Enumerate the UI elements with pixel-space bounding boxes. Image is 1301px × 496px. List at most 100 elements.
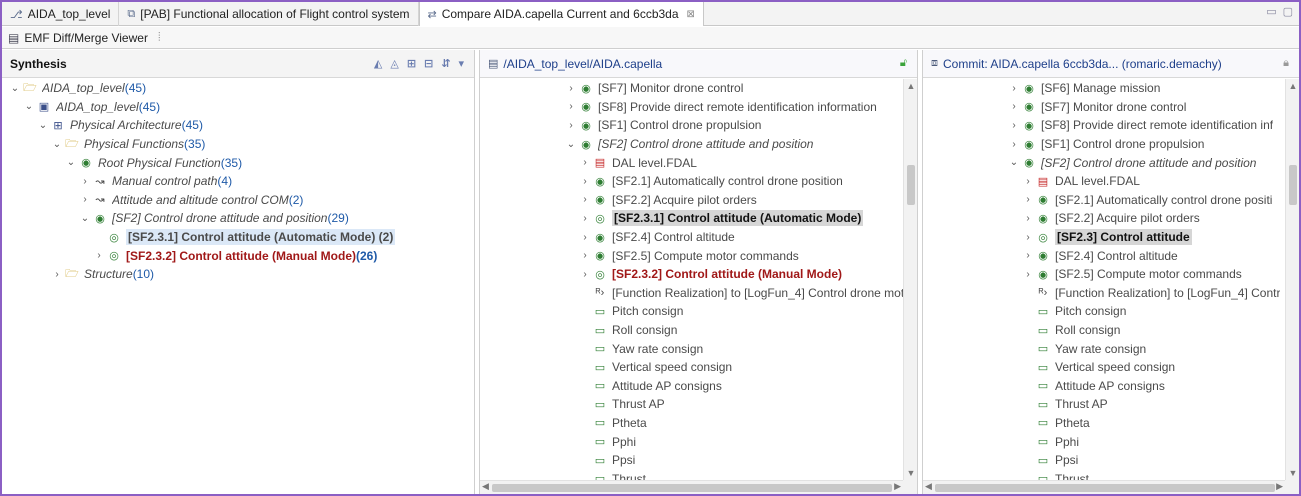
tree-item[interactable]: › ◉ [SF8] Provide direct remote identifica… <box>923 116 1299 135</box>
collapse-arrow-icon[interactable]: ⌄ <box>1007 157 1021 168</box>
expand-arrow-icon[interactable]: › <box>578 194 592 205</box>
tree-item[interactable]: ▭ Pitch consign <box>923 302 1299 321</box>
expand-arrow-icon[interactable]: › <box>1007 120 1021 131</box>
tree-item[interactable]: ⌄ ▣ AIDA_top_level (45) <box>2 98 474 117</box>
tree-item[interactable]: ▭ Ptheta <box>480 414 917 433</box>
tree-item[interactable]: › ◉ [SF2.5] Compute motor commands <box>480 246 917 265</box>
tab-compare-aida[interactable]: ⇄ Compare AIDA.capella Current and 6ccb3… <box>418 2 704 26</box>
expand-arrow-icon[interactable]: › <box>92 250 106 261</box>
tree-item[interactable]: ▭ Yaw rate consign <box>923 339 1299 358</box>
scroll-thumb[interactable] <box>492 484 892 492</box>
expand-arrow-icon[interactable]: › <box>564 101 578 112</box>
filter-icon[interactable]: ◭ <box>374 57 382 70</box>
collapse-arrow-icon[interactable]: ⌄ <box>64 157 78 168</box>
collapse-arrow-icon[interactable]: ⌄ <box>8 83 22 94</box>
tree-item[interactable]: › ◉ [SF2.2] Acquire pilot orders <box>480 191 917 210</box>
expand-arrow-icon[interactable]: › <box>78 176 92 187</box>
vertical-scrollbar[interactable]: ▲ ▼ <box>1285 79 1299 480</box>
expand-arrow-icon[interactable]: › <box>578 213 592 224</box>
tree-item[interactable]: › ◎ [SF2.3.1] Control attitude (Automatic … <box>480 209 917 228</box>
expand-arrow-icon[interactable]: › <box>578 176 592 187</box>
tree-item[interactable]: › ▤ DAL level.FDAL <box>480 153 917 172</box>
show-differences-icon[interactable]: ◬ <box>390 57 398 70</box>
tree-item[interactable]: ᴿ› [Function Realization] to [LogFun_4] C… <box>480 284 917 303</box>
tab-aida-top-level[interactable]: ⎇ AIDA_top_level <box>2 2 120 26</box>
tree-item[interactable]: ▭ Pitch consign <box>480 302 917 321</box>
expand-arrow-icon[interactable]: › <box>1021 213 1035 224</box>
expand-arrow-icon[interactable]: › <box>1021 232 1035 243</box>
tree-item[interactable]: › ◉ [SF7] Monitor drone control <box>480 79 917 98</box>
tree-item[interactable]: › ◉ [SF2.1] Automatically control drone po… <box>480 172 917 191</box>
tree-item[interactable]: ▭ Yaw rate consign <box>480 339 917 358</box>
tree-item[interactable]: ▭ Roll consign <box>480 321 917 340</box>
tree-item[interactable]: ▭ Vertical speed consign <box>480 358 917 377</box>
tree-item[interactable]: ▭ Vertical speed consign <box>923 358 1299 377</box>
expand-arrow-icon[interactable]: › <box>78 194 92 205</box>
scroll-up-icon[interactable]: ▲ <box>904 81 917 91</box>
tree-item[interactable]: ◎ [SF2.3.1] Control attitude (Automatic M… <box>2 228 474 247</box>
tree-item[interactable]: ⌄ ◉ [SF2] Control drone attitude and posit… <box>2 209 474 228</box>
tree-item[interactable]: ▭ Ppsi <box>923 451 1299 470</box>
collapse-arrow-icon[interactable]: ⌄ <box>22 101 36 112</box>
scroll-down-icon[interactable]: ▼ <box>1286 468 1299 478</box>
collapse-arrow-icon[interactable]: ⌄ <box>36 120 50 131</box>
tree-item[interactable]: ▭ Thrust AP <box>923 395 1299 414</box>
collapse-all-icon[interactable]: ⊟ <box>424 57 433 70</box>
expand-arrow-icon[interactable]: › <box>1021 176 1035 187</box>
tree-item[interactable]: ▭ Thrust AP <box>480 395 917 414</box>
expand-arrow-icon[interactable]: › <box>1007 101 1021 112</box>
tree-item[interactable]: › ↝ Attitude and altitude control COM (2) <box>2 191 474 210</box>
horizontal-scrollbar[interactable]: ◀ ▶ <box>923 480 1285 494</box>
maximize-icon[interactable]: ▢ <box>1283 5 1293 18</box>
tree-item[interactable]: › ◉ [SF8] Provide direct remote identifica… <box>480 98 917 117</box>
sync-icon[interactable]: ⇵ <box>441 57 450 70</box>
expand-arrow-icon[interactable]: › <box>564 120 578 131</box>
tree-item[interactable]: › ▤ DAL level.FDAL <box>923 172 1299 191</box>
tree-item[interactable]: ▭ Roll consign <box>923 321 1299 340</box>
vertical-scrollbar[interactable]: ▲ ▼ <box>903 79 917 480</box>
tree-item[interactable]: ⌄ ◉ [SF2] Control drone attitude and posit… <box>480 135 917 154</box>
expand-arrow-icon[interactable]: › <box>1021 250 1035 261</box>
tree-item[interactable]: ⌄ 🗁 AIDA_top_level (45) <box>2 79 474 98</box>
tree-item[interactable]: › ◉ [SF2.4] Control altitude <box>923 246 1299 265</box>
expand-arrow-icon[interactable]: › <box>50 269 64 280</box>
minimize-icon[interactable]: ▭ <box>1266 5 1276 18</box>
expand-arrow-icon[interactable]: › <box>578 232 592 243</box>
scroll-right-icon[interactable]: ▶ <box>894 481 901 492</box>
tree-item[interactable]: › ↝ Manual control path (4) <box>2 172 474 191</box>
tree-item[interactable]: › ◎ [SF2.3] Control attitude <box>923 228 1299 247</box>
expand-arrow-icon[interactable]: › <box>578 269 592 280</box>
tree-item[interactable]: › ◉ [SF2.1] Automatically control drone po… <box>923 191 1299 210</box>
tree-item[interactable]: ⌄ ◉ [SF2] Control drone attitude and posit… <box>923 153 1299 172</box>
tree-item[interactable]: ⌄ ◉ Root Physical Function (35) <box>2 153 474 172</box>
collapse-arrow-icon[interactable]: ⌄ <box>78 213 92 224</box>
unlocked-icon[interactable]: 🔓︎ <box>900 57 907 70</box>
tree-item[interactable]: ⌄ ⊞ Physical Architecture (45) <box>2 116 474 135</box>
tree-item[interactable]: › ◉ [SF2.2] Acquire pilot orders <box>923 209 1299 228</box>
scroll-thumb[interactable] <box>907 165 915 205</box>
tree-item[interactable]: ᴿ› [Function Realization] to [LogFun_4] C… <box>923 284 1299 303</box>
expand-arrow-icon[interactable]: › <box>564 83 578 94</box>
horizontal-scrollbar[interactable]: ◀ ▶ <box>480 480 903 494</box>
expand-arrow-icon[interactable]: › <box>578 250 592 261</box>
tree-item[interactable]: ▭ Attitude AP consigns <box>480 377 917 396</box>
expand-arrow-icon[interactable]: › <box>578 157 592 168</box>
view-menu-icon[interactable]: ▾ <box>458 57 464 70</box>
drag-handle-icon[interactable]: ⦙ <box>158 30 161 45</box>
tree-item[interactable]: › ◉ [SF2.5] Compute motor commands <box>923 265 1299 284</box>
tree-item[interactable]: › ◉ [SF6] Manage mission <box>923 79 1299 98</box>
expand-all-icon[interactable]: ⊞ <box>407 57 416 70</box>
expand-arrow-icon[interactable]: › <box>1021 194 1035 205</box>
close-icon[interactable]: ⊠ <box>687 9 695 20</box>
tree-item[interactable]: ▭ Attitude AP consigns <box>923 377 1299 396</box>
tree-item[interactable]: ▭ Pphi <box>480 432 917 451</box>
expand-arrow-icon[interactable]: › <box>1007 139 1021 150</box>
scroll-right-icon[interactable]: ▶ <box>1276 481 1283 492</box>
expand-arrow-icon[interactable]: › <box>1007 83 1021 94</box>
tab-pab-functional-allocation[interactable]: ⧉ [PAB] Functional allocation of Flight … <box>119 2 419 26</box>
tree-item[interactable]: › ◎ [SF2.3.2] Control attitude (Manual Mod… <box>480 265 917 284</box>
scroll-up-icon[interactable]: ▲ <box>1286 81 1299 91</box>
tree-item[interactable]: › ◉ [SF1] Control drone propulsion <box>480 116 917 135</box>
tree-item[interactable]: ▭ Ptheta <box>923 414 1299 433</box>
tree-item[interactable]: ▭ Ppsi <box>480 451 917 470</box>
